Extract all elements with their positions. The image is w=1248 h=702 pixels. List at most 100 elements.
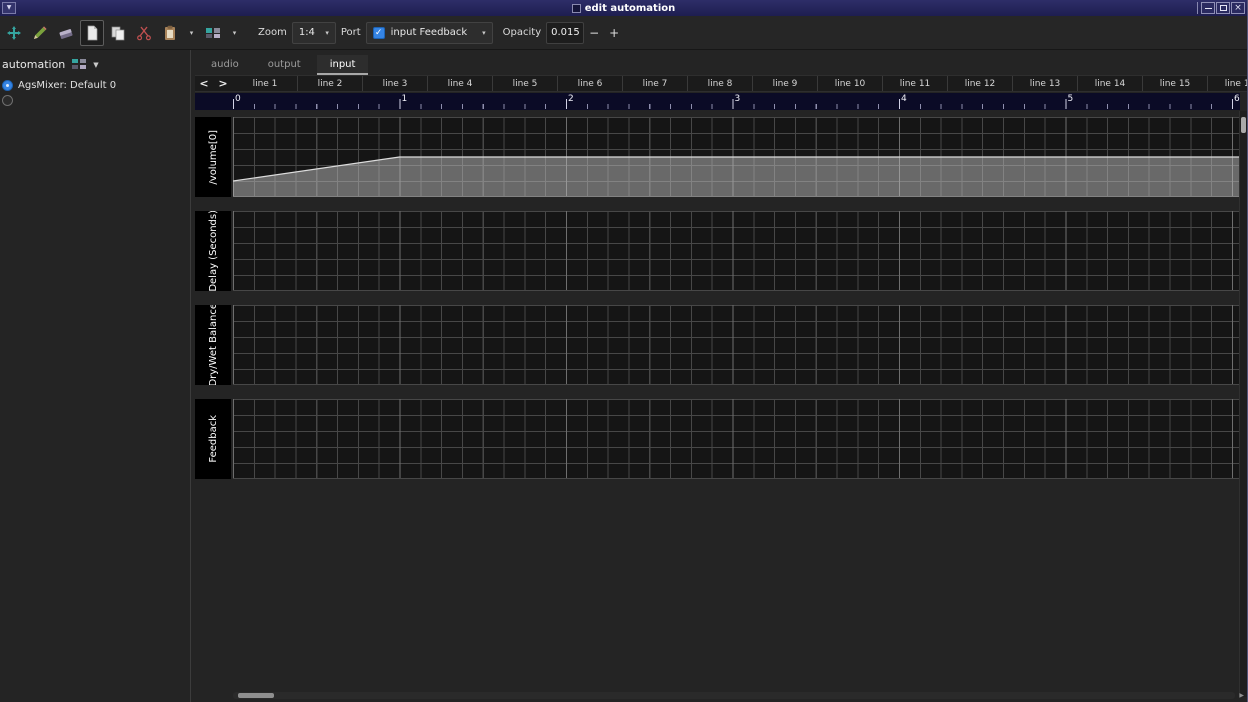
automation-grid[interactable]	[233, 305, 1240, 385]
automation-grid[interactable]	[233, 399, 1240, 479]
vertical-scrollbar[interactable]	[1239, 111, 1247, 697]
window-title-area: edit automation	[572, 3, 676, 14]
line-header[interactable]: line 11	[883, 76, 948, 91]
document-select-icon	[84, 25, 100, 41]
window-menu-button[interactable]: ▼	[2, 2, 16, 14]
titlebar: ▼ edit automation ×	[0, 0, 1247, 16]
scroll-right-arrow-icon[interactable]: ▶	[1239, 692, 1244, 699]
cut-tool-button[interactable]	[132, 20, 156, 46]
automation-track: Delay (Seconds)	[195, 211, 1241, 291]
ruler-number: 6	[1234, 94, 1240, 104]
line-header[interactable]: line 9	[753, 76, 818, 91]
minimize-icon	[1205, 8, 1212, 9]
automation-track: Dry/Wet Balance	[195, 305, 1241, 385]
opacity-label: Opacity	[503, 27, 541, 38]
line-header-strip: line 1line 2line 3line 4line 5line 6line…	[233, 76, 1247, 91]
machine-tool-dropdown[interactable]: ▾	[227, 20, 242, 46]
machine-selector-header: automation ▼	[0, 50, 190, 78]
tab-output[interactable]: output	[255, 55, 314, 75]
line-header-row: < > line 1line 2line 3line 4line 5line 6…	[195, 75, 1247, 92]
line-header[interactable]: line 15	[1143, 76, 1208, 91]
edit-automation-window: ▼ edit automation ×	[0, 0, 1248, 702]
timeline-ruler: 0123456	[195, 93, 1240, 110]
zoom-label: Zoom	[258, 27, 287, 38]
machine-tool-icon	[205, 25, 221, 41]
automation-editor: audio output input < > line 1line 2line …	[192, 50, 1247, 702]
copy-icon	[110, 25, 126, 41]
ruler-number: 1	[402, 94, 408, 104]
opacity-increment-button[interactable]: +	[604, 22, 624, 44]
maximize-button[interactable]	[1216, 2, 1230, 14]
line-header[interactable]: line 16	[1208, 76, 1247, 91]
line-header[interactable]: line 14	[1078, 76, 1143, 91]
line-header[interactable]: line 13	[1013, 76, 1078, 91]
line-header[interactable]: line 10	[818, 76, 883, 91]
ruler-number: 5	[1068, 94, 1074, 104]
horizontal-scrollbar[interactable]	[233, 692, 1235, 699]
line-header[interactable]: line 4	[428, 76, 493, 91]
chevron-down-icon: ▾	[325, 29, 329, 37]
ruler-number: 2	[568, 94, 574, 104]
track-label: /volume[0]	[195, 117, 231, 197]
opacity-input[interactable]: 0.015	[546, 22, 584, 44]
selector-dropdown-arrow[interactable]: ▼	[93, 61, 98, 69]
automation-track: Feedback	[195, 399, 1241, 479]
window-controls: ×	[1197, 2, 1245, 14]
eraser-icon	[58, 25, 74, 41]
zoom-combobox[interactable]: 1:4 ▾	[292, 22, 336, 44]
line-header[interactable]: line 7	[623, 76, 688, 91]
chevron-down-icon: ▾	[482, 29, 486, 37]
machine-tool-button[interactable]	[201, 20, 225, 46]
scissors-icon	[136, 25, 152, 41]
tool-menu-dropdown[interactable]: ▾	[184, 20, 199, 46]
port-value: input Feedback	[391, 27, 476, 38]
automation-grid[interactable]	[233, 117, 1240, 197]
crosshair-icon	[6, 25, 22, 41]
tab-audio[interactable]: audio	[198, 55, 252, 75]
machine-selector-sidebar: automation ▼ AgsMixer: Default 0	[0, 50, 191, 702]
port-checkbox[interactable]: ✓	[373, 27, 385, 39]
line-header[interactable]: line 5	[493, 76, 558, 91]
track-label: Delay (Seconds)	[195, 211, 231, 291]
line-header[interactable]: line 12	[948, 76, 1013, 91]
vertical-scrollbar-thumb[interactable]	[1241, 117, 1246, 133]
tab-input[interactable]: input	[317, 55, 369, 75]
ruler-number: 4	[901, 94, 907, 104]
window-controls-separator	[1197, 2, 1198, 14]
machine-radio-row[interactable]: AgsMixer: Default 0	[0, 78, 190, 93]
machine-radio-row[interactable]	[0, 93, 190, 108]
automation-grid[interactable]	[233, 211, 1240, 291]
toolbar: ▾ ▾ Zoom 1:4 ▾ Port ✓ input Feedback ▾ O…	[0, 16, 1247, 50]
clear-tool-button[interactable]	[54, 20, 78, 46]
machine-radio-selected[interactable]	[2, 80, 13, 91]
maximize-icon	[1220, 5, 1227, 11]
pencil-icon	[32, 25, 48, 41]
machine-label: AgsMixer: Default 0	[18, 80, 116, 91]
paste-tool-button[interactable]	[158, 20, 182, 46]
position-tool-button[interactable]	[2, 20, 26, 46]
window-title: edit automation	[585, 3, 676, 14]
close-button[interactable]: ×	[1231, 2, 1245, 14]
opacity-decrement-button[interactable]: −	[584, 22, 604, 44]
select-tool-button[interactable]	[80, 20, 104, 46]
line-header[interactable]: line 2	[298, 76, 363, 91]
track-label: Dry/Wet Balance	[195, 305, 231, 385]
nav-next-button[interactable]: >	[214, 76, 232, 91]
line-header[interactable]: line 1	[233, 76, 298, 91]
copy-tool-button[interactable]	[106, 20, 130, 46]
ruler-strip: 0123456	[233, 93, 1240, 110]
line-header[interactable]: line 8	[688, 76, 753, 91]
port-combobox[interactable]: ✓ input Feedback ▾	[366, 22, 493, 44]
machine-selector-icon	[72, 55, 86, 74]
line-header[interactable]: line 3	[363, 76, 428, 91]
minimize-button[interactable]	[1201, 2, 1215, 14]
port-label: Port	[341, 27, 361, 38]
nav-prev-button[interactable]: <	[195, 76, 213, 91]
tracks-container: /volume[0] Delay (Seconds) Dry/Wet Balance…	[195, 117, 1241, 493]
automation-curve	[233, 117, 1240, 197]
machine-radio[interactable]	[2, 95, 13, 106]
line-header[interactable]: line 6	[558, 76, 623, 91]
horizontal-scrollbar-thumb[interactable]	[238, 693, 274, 698]
edit-tool-button[interactable]	[28, 20, 52, 46]
selector-title: automation	[2, 58, 65, 71]
